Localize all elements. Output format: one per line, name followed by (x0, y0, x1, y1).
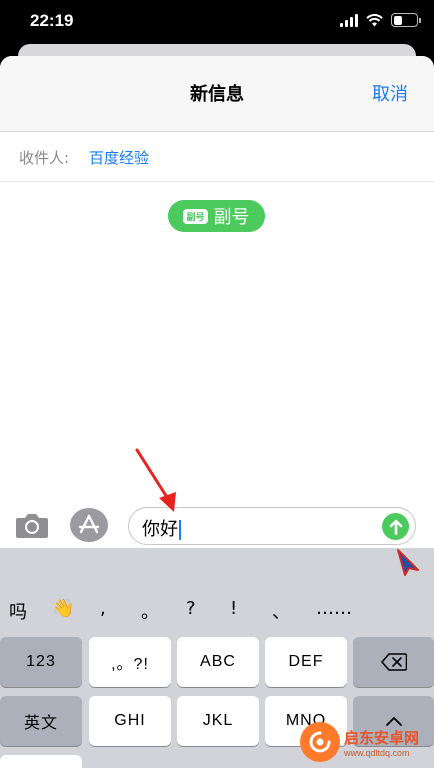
candidate-item[interactable]: 、 (272, 598, 290, 624)
candidate-item[interactable]: 吗 (9, 598, 27, 624)
nav-bar: 新信息 取消 (0, 56, 434, 132)
watermark-url: www.qdltdq.com (344, 747, 410, 758)
arrow-up-icon (389, 519, 402, 535)
cellular-signal-icon (340, 13, 358, 27)
battery-level (393, 15, 402, 25)
key-partial[interactable] (0, 755, 82, 768)
key-ghi[interactable]: GHI (89, 696, 171, 746)
candidate-bar: 吗 👋 , 。 ? ! 、 …… (0, 588, 434, 632)
page-title: 新信息 (190, 84, 244, 105)
wifi-icon (366, 13, 383, 26)
line-selector-button[interactable]: 副号 副号 (168, 200, 265, 232)
key-english[interactable]: 英文 (0, 696, 82, 746)
watermark: 启东安卓网 www.qdltdq.com (300, 718, 430, 766)
backspace-icon (380, 653, 407, 671)
line-selector-label: 副号 (213, 207, 250, 228)
key-jkl[interactable]: JKL (177, 696, 259, 746)
candidate-item[interactable]: 。 (141, 598, 159, 624)
status-bar: 22:19 (0, 0, 434, 44)
candidate-item[interactable]: ! (230, 598, 237, 619)
recipient-row[interactable]: 收件人: 百度经验 (0, 132, 434, 182)
cancel-button[interactable]: 取消 (372, 80, 408, 106)
message-text: 你好 (142, 519, 178, 540)
text-cursor (179, 520, 181, 540)
line-badge-icon: 副号 (183, 208, 208, 224)
battery-icon (391, 13, 421, 27)
recipient-name[interactable]: 百度经验 (89, 147, 149, 168)
camera-button[interactable] (14, 510, 50, 540)
key-punctuation[interactable]: ,。?! (89, 637, 171, 687)
new-message-sheet: 新信息 取消 收件人: 百度经验 副号 副号 你好 吗 👋 , 。 ? ! 、 … (0, 56, 434, 768)
status-time: 22:19 (30, 11, 74, 30)
watermark-logo-icon (300, 722, 340, 762)
key-numbers[interactable]: 123 (0, 637, 82, 687)
send-button[interactable] (382, 513, 409, 540)
candidate-item[interactable]: ? (186, 598, 196, 619)
recipient-label: 收件人: (19, 149, 70, 167)
composer-row: 你好 (0, 504, 434, 548)
message-input[interactable]: 你好 (128, 507, 416, 545)
app-store-button[interactable] (70, 508, 108, 542)
candidate-item[interactable]: 👋 (52, 598, 74, 619)
delete-key[interactable] (353, 637, 434, 687)
status-icons (340, 13, 421, 27)
watermark-title: 启东安卓网 (344, 728, 420, 747)
camera-icon (16, 514, 48, 538)
key-def[interactable]: DEF (265, 637, 347, 687)
candidate-item[interactable]: , (100, 598, 106, 619)
key-abc[interactable]: ABC (177, 637, 259, 687)
candidate-item[interactable]: …… (316, 598, 352, 619)
app-store-icon (78, 514, 100, 534)
